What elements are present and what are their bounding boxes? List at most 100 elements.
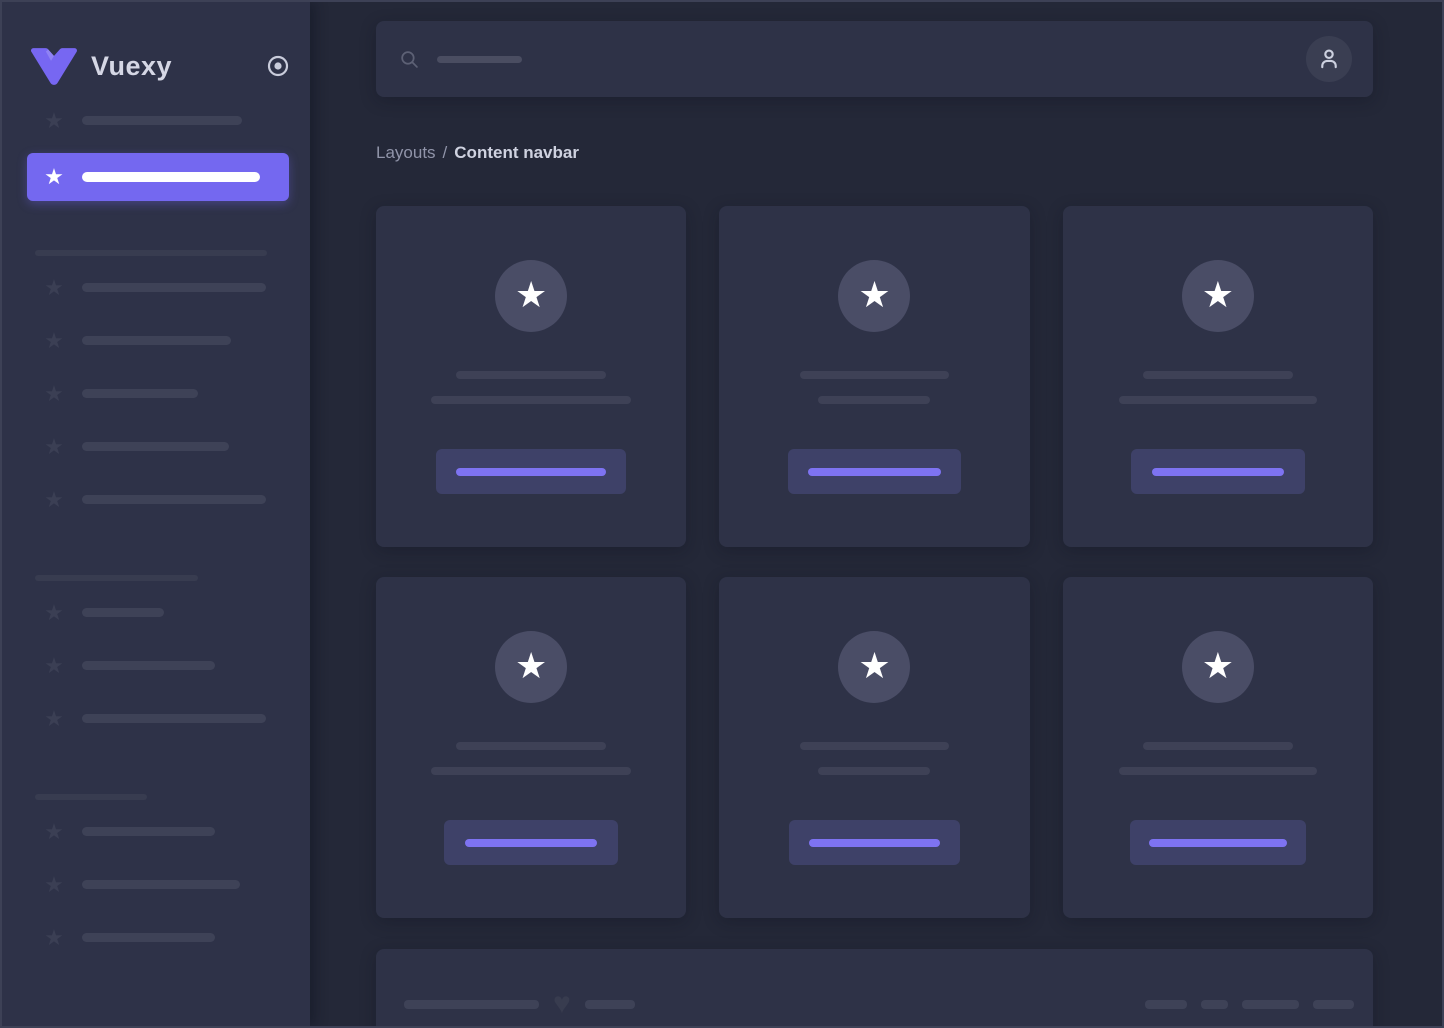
skeleton-line (818, 767, 930, 775)
skeleton-bar (404, 1000, 539, 1009)
skeleton-bar (82, 880, 240, 889)
star-icon: ★ (43, 489, 65, 511)
skeleton-bar (82, 933, 215, 942)
breadcrumb-current: Content navbar (454, 143, 579, 163)
star-icon: ★ (1202, 277, 1234, 316)
card-button[interactable] (444, 820, 618, 865)
star-icon: ★ (43, 602, 65, 624)
radio-circle-icon[interactable] (266, 54, 290, 78)
user-avatar[interactable] (1306, 36, 1352, 82)
person-icon (1316, 46, 1342, 72)
button-label-bar (809, 839, 940, 847)
skeleton-line (431, 396, 631, 404)
sidebar-item[interactable]: ★ (2, 261, 310, 314)
main-content: Layouts / Content navbar ★ ★ ★ (310, 2, 1442, 1026)
breadcrumb: Layouts / Content navbar (376, 142, 1373, 164)
search-bar[interactable] (399, 49, 1306, 70)
card-button[interactable] (789, 820, 960, 865)
star-icon: ★ (43, 874, 65, 896)
card-button[interactable] (436, 449, 626, 494)
vuexy-v-icon (30, 47, 78, 86)
skeleton-line (800, 742, 949, 750)
section-header-bar (35, 575, 198, 581)
star-icon: ★ (858, 648, 890, 687)
button-label-bar (1149, 839, 1287, 847)
star-icon: ★ (43, 110, 65, 132)
search-placeholder-bar (437, 56, 522, 63)
top-navbar (376, 21, 1373, 97)
breadcrumb-parent-link[interactable]: Layouts (376, 143, 436, 163)
skeleton-bar (82, 116, 242, 125)
feature-card: ★ (719, 206, 1029, 547)
heart-icon[interactable]: ♥ (553, 989, 571, 1019)
feature-card: ★ (719, 577, 1029, 918)
star-icon: ★ (43, 436, 65, 458)
sidebar-item[interactable]: ★ (2, 314, 310, 367)
vuexy-logo[interactable]: Vuexy (30, 47, 172, 86)
sidebar-item[interactable]: ★ (2, 94, 310, 147)
skeleton-bar (82, 714, 266, 723)
bottom-panel: ♥ (376, 949, 1373, 1026)
skeleton-line (1119, 767, 1317, 775)
search-icon (399, 49, 420, 70)
section-header-bar (35, 250, 267, 256)
card-button[interactable] (788, 449, 961, 494)
card-button[interactable] (1130, 820, 1306, 865)
sidebar-item[interactable]: ★ (2, 586, 310, 639)
card-button[interactable] (1131, 449, 1305, 494)
sidebar-item[interactable]: ★ (2, 639, 310, 692)
star-avatar: ★ (495, 260, 567, 332)
logo-text: Vuexy (91, 51, 172, 82)
sidebar-item[interactable]: ★ (2, 858, 310, 911)
star-icon: ★ (43, 330, 65, 352)
feature-card: ★ (376, 577, 686, 918)
card-grid: ★ ★ ★ ★ ★ (376, 206, 1373, 918)
star-icon: ★ (858, 277, 890, 316)
skeleton-bar (82, 661, 215, 670)
skeleton-line (818, 396, 930, 404)
skeleton-bar (1242, 1000, 1299, 1009)
feature-card: ★ (1063, 577, 1373, 918)
skeleton-line (1143, 742, 1293, 750)
sidebar-item[interactable]: ★ (2, 692, 310, 745)
sidebar-header: Vuexy (2, 2, 310, 94)
button-label-bar (456, 468, 606, 476)
button-label-bar (1152, 468, 1284, 476)
bottom-panel-left: ♥ (404, 989, 635, 1019)
star-avatar: ★ (1182, 260, 1254, 332)
skeleton-bar (82, 495, 266, 504)
sidebar-item[interactable]: ★ (2, 805, 310, 858)
skeleton-line (456, 742, 606, 750)
star-icon: ★ (515, 648, 547, 687)
star-icon: ★ (43, 166, 65, 188)
skeleton-bar (82, 608, 164, 617)
star-icon: ★ (515, 277, 547, 316)
skeleton-bar (82, 172, 260, 182)
sidebar-item[interactable]: ★ (2, 911, 310, 964)
sidebar-item[interactable]: ★ (2, 367, 310, 420)
feature-card: ★ (376, 206, 686, 547)
sidebar-item[interactable]: ★ (2, 473, 310, 526)
sidebar-item[interactable]: ★ (2, 420, 310, 473)
star-avatar: ★ (838, 631, 910, 703)
button-label-bar (465, 839, 597, 847)
breadcrumb-separator: / (443, 143, 448, 163)
star-icon: ★ (43, 383, 65, 405)
app-frame: Vuexy ★ ★ ★ ★ ★ ★ ★ ★ ★ (0, 0, 1444, 1028)
skeleton-line (1119, 396, 1317, 404)
sidebar: Vuexy ★ ★ ★ ★ ★ ★ ★ ★ ★ (2, 2, 310, 1026)
skeleton-line (456, 371, 606, 379)
star-avatar: ★ (495, 631, 567, 703)
skeleton-bar (82, 442, 229, 451)
skeleton-bar (1313, 1000, 1354, 1009)
feature-card: ★ (1063, 206, 1373, 547)
skeleton-bar (1201, 1000, 1228, 1009)
skeleton-bar (82, 336, 231, 345)
skeleton-line (1143, 371, 1293, 379)
button-label-bar (808, 468, 941, 476)
skeleton-line (800, 371, 949, 379)
star-icon: ★ (43, 655, 65, 677)
skeleton-bar (82, 283, 266, 292)
skeleton-bar (1145, 1000, 1187, 1009)
sidebar-item-active[interactable]: ★ (27, 153, 289, 201)
